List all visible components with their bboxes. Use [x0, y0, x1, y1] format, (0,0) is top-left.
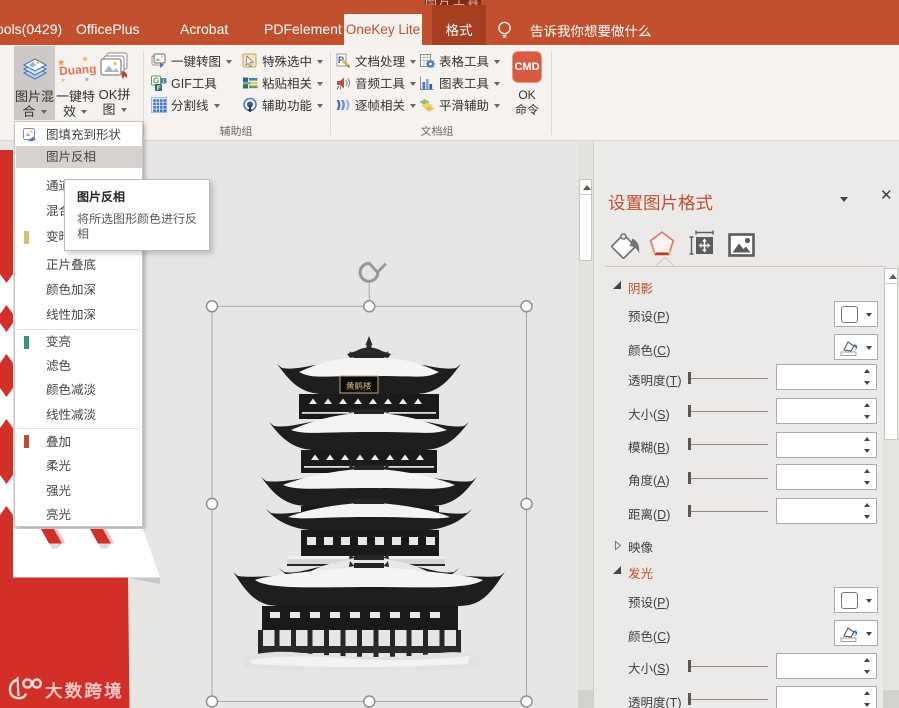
- svg-text:大数跨境: 大数跨境: [45, 678, 124, 703]
- svg-text:黄鹤楼: 黄鹤楼: [346, 380, 372, 392]
